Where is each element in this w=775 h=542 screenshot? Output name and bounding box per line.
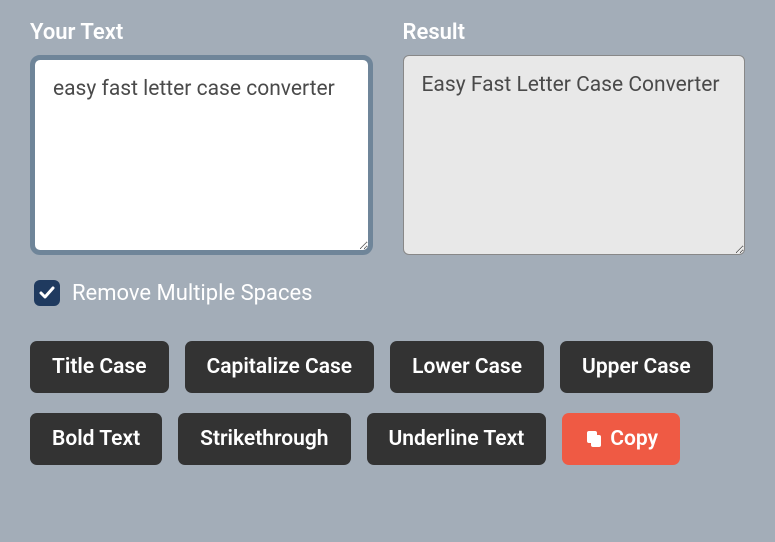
input-textarea[interactable]	[30, 55, 373, 255]
title-case-button[interactable]: Title Case	[30, 341, 169, 393]
copy-button[interactable]: Copy	[562, 413, 680, 465]
copy-icon	[584, 429, 604, 449]
upper-case-button[interactable]: Upper Case	[560, 341, 713, 393]
lower-case-button[interactable]: Lower Case	[390, 341, 544, 393]
strikethrough-button[interactable]: Strikethrough	[178, 413, 350, 465]
output-label: Result	[403, 20, 746, 45]
remove-spaces-label: Remove Multiple Spaces	[72, 281, 313, 306]
capitalize-case-button[interactable]: Capitalize Case	[185, 341, 375, 393]
copy-button-label: Copy	[610, 427, 658, 451]
bold-text-button[interactable]: Bold Text	[30, 413, 162, 465]
input-label: Your Text	[30, 20, 373, 45]
output-textarea[interactable]	[403, 55, 746, 255]
remove-spaces-checkbox[interactable]	[34, 280, 60, 306]
checkmark-icon	[39, 285, 55, 301]
underline-text-button[interactable]: Underline Text	[367, 413, 547, 465]
